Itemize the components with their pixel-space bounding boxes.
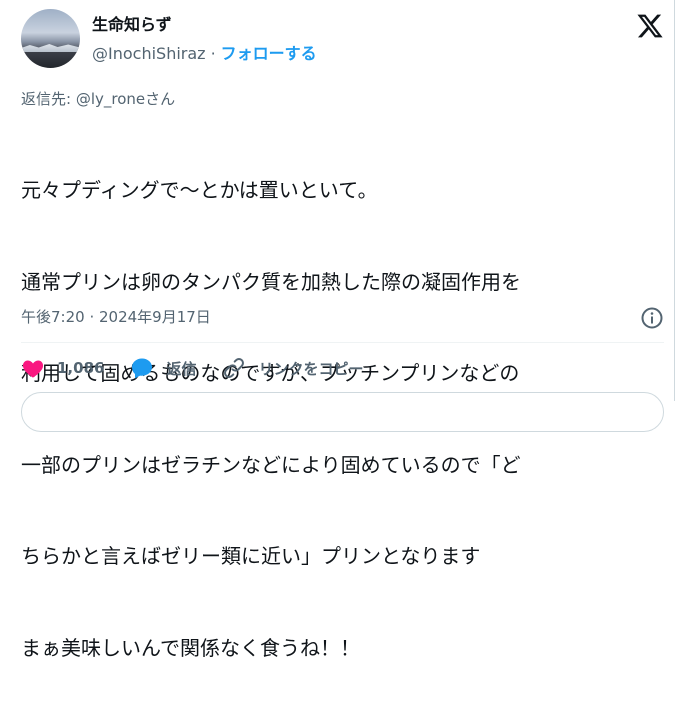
copy-link-label: リンクをコピー	[258, 359, 364, 378]
author-handle[interactable]: @InochiShiraz	[92, 44, 206, 63]
action-bar: 1,086 返信 リンクをコピー	[21, 355, 389, 381]
tweet-line: 一部のプリンはゼラチンなどにより固めているので「ど	[21, 452, 521, 477]
tweet-line: 元々プディングで～とかは置いといて。	[21, 178, 378, 202]
reply-label: 返信	[166, 359, 197, 378]
tweet-line: ちらかと言えばゼリー類に近い」プリンとなります	[21, 544, 481, 568]
follow-button[interactable]: フォローする	[221, 44, 317, 63]
handle-separator: ·	[210, 44, 216, 63]
avatar[interactable]	[21, 9, 80, 68]
info-icon[interactable]	[640, 306, 664, 330]
tweet-line: 通常プリンは卵のタンパク質を加熱した際の凝固作用を	[21, 269, 521, 294]
x-logo-icon[interactable]	[636, 12, 664, 40]
tweet-line: まぁ美味しいんで関係なく食うね！！	[21, 635, 360, 660]
speech-bubble-icon	[132, 358, 153, 379]
reply-to-text[interactable]: 返信先: @ly_roneさん	[21, 88, 175, 109]
author-name[interactable]: 生命知らず	[92, 11, 172, 35]
tweet-timestamp[interactable]: 午後7:20 · 2024年9月17日	[21, 306, 211, 327]
tweet-card: 生命知らず @InochiShiraz · フォローする 返信先: @ly_rone…	[0, 0, 675, 660]
read-replies-button[interactable]	[21, 392, 664, 432]
link-icon	[224, 358, 245, 378]
like-button[interactable]: 1,086	[21, 356, 104, 380]
author-handle-row: @InochiShiraz · フォローする	[92, 40, 317, 64]
copy-link-button[interactable]: リンクをコピー	[222, 356, 363, 380]
avatar-mountain	[21, 44, 80, 52]
reply-button[interactable]: 返信	[130, 356, 196, 380]
like-count: 1,086	[57, 359, 105, 377]
divider	[21, 342, 664, 343]
heart-icon	[22, 360, 44, 378]
